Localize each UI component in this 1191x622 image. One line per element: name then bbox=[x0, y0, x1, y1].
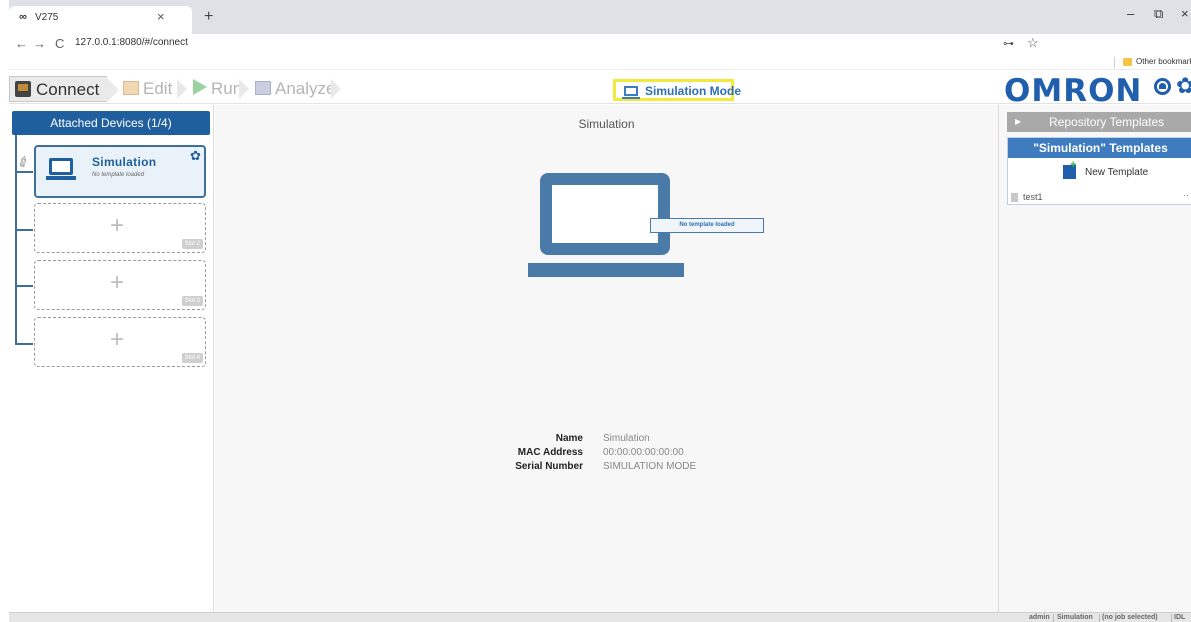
status-bar: admin Simulation (no job selected) IDL bbox=[9, 612, 1191, 622]
breadcrumb-connect[interactable]: Connect bbox=[9, 76, 119, 103]
connect-icon bbox=[15, 81, 31, 97]
reload-icon[interactable]: C bbox=[55, 36, 64, 51]
bookmark-separator bbox=[1114, 57, 1115, 68]
info-value: Simulation bbox=[603, 433, 650, 444]
tree-connector bbox=[15, 285, 33, 287]
breadcrumb-chevron bbox=[239, 79, 249, 99]
star-icon[interactable]: ☆ bbox=[1027, 35, 1039, 51]
breadcrumb-chevron bbox=[331, 79, 341, 99]
info-row: MAC Address 00:00:00:00:00:00 bbox=[455, 447, 755, 461]
browser-tab-strip: ∞ V275 × + – ⧉ × bbox=[0, 0, 1191, 34]
templates-panel: ▶ Repository Templates "Simulation" Temp… bbox=[998, 105, 1191, 615]
simulation-templates-header: "Simulation" Templates bbox=[1008, 138, 1191, 158]
status-separator bbox=[1171, 614, 1172, 622]
attached-devices-header: Attached Devices (1/4) bbox=[12, 111, 210, 135]
status-tail: IDL bbox=[1174, 614, 1186, 621]
add-device-icon: + bbox=[110, 212, 125, 239]
url-field[interactable]: ⓘ127.0.0.1:8080/#/connect bbox=[75, 37, 325, 380]
simulation-mode-badge[interactable]: Simulation Mode bbox=[613, 79, 741, 101]
info-row: Name Simulation bbox=[455, 433, 755, 447]
breadcrumb-analyze-label: Analyze bbox=[275, 79, 336, 98]
breadcrumb-edit[interactable]: Edit bbox=[123, 76, 172, 102]
folder-icon bbox=[1123, 58, 1132, 66]
forward-icon[interactable]: → bbox=[33, 36, 46, 51]
simulation-mode-label: Simulation Mode bbox=[645, 84, 741, 98]
info-value: 00:00:00:00:00:00 bbox=[603, 447, 684, 458]
repository-templates-label: Repository Templates bbox=[1049, 115, 1165, 129]
simulation-templates-box: "Simulation" Templates New Template test… bbox=[1007, 137, 1191, 205]
url-text: 127.0.0.1:8080/#/connect bbox=[75, 37, 188, 48]
document-icon bbox=[1011, 193, 1018, 202]
expand-arrow-icon: ▶ bbox=[1015, 117, 1022, 126]
device-info-table: Name Simulation MAC Address 00:00:00:00:… bbox=[455, 433, 755, 475]
add-device-icon: + bbox=[110, 269, 125, 296]
tree-line bbox=[15, 135, 17, 345]
device-template-status: No template loaded bbox=[92, 172, 145, 178]
device-card-simulation[interactable]: Simulation No template loaded ✿ bbox=[34, 145, 206, 198]
other-bookmarks[interactable]: Other bookmark bbox=[1136, 57, 1191, 66]
empty-slot-2[interactable]: + Slot 2 bbox=[34, 203, 206, 253]
edit-icon bbox=[123, 81, 139, 95]
template-item[interactable]: test1 bbox=[1023, 192, 1043, 202]
info-value: SIMULATION MODE bbox=[603, 461, 697, 472]
add-device-icon: + bbox=[110, 326, 125, 353]
restore-icon[interactable]: ⧉ bbox=[1154, 6, 1163, 22]
device-name: Simulation bbox=[92, 155, 157, 169]
app-header: Connect Edit Run Analyze Simulation Mode… bbox=[9, 72, 1191, 109]
browser-tab[interactable]: ∞ V275 × bbox=[9, 6, 192, 34]
analyze-icon bbox=[255, 81, 271, 95]
breadcrumb-analyze[interactable]: Analyze bbox=[255, 76, 335, 102]
address-bar-row: ← → C ⓘ127.0.0.1:8080/#/connect ⊶ ☆ ⋮ bbox=[9, 34, 1191, 380]
template-more-icon[interactable]: ·· bbox=[1183, 190, 1189, 200]
key-icon[interactable]: ⊶ bbox=[1003, 37, 1014, 50]
info-row: Serial Number SIMULATION MODE bbox=[455, 461, 755, 475]
empty-slot-4[interactable]: + Slot 4 bbox=[34, 317, 206, 367]
status-separator bbox=[1099, 614, 1100, 622]
bookmark-bar: Other bookmark bbox=[9, 56, 1191, 70]
run-icon bbox=[193, 79, 207, 95]
tab-close-icon[interactable]: × bbox=[157, 9, 165, 24]
status-mode: Simulation bbox=[1057, 614, 1093, 621]
template-status-tooltip: No template loaded bbox=[650, 218, 764, 233]
breadcrumb-edit-label: Edit bbox=[143, 79, 173, 98]
plug-icon[interactable]: ✐ bbox=[15, 152, 34, 173]
new-template-button[interactable]: New Template bbox=[1085, 167, 1148, 178]
device-detail-panel: Simulation No template loaded Name Simul… bbox=[215, 105, 998, 615]
device-title: Simulation bbox=[578, 117, 635, 131]
slot-label: Slot 3 bbox=[181, 296, 203, 306]
settings-gear-icon[interactable]: ✿ bbox=[1176, 73, 1191, 99]
device-gear-icon[interactable]: ✿ bbox=[190, 148, 201, 164]
repository-templates-header[interactable]: ▶ Repository Templates bbox=[1007, 112, 1191, 132]
attached-devices-panel: Attached Devices (1/4) ✐ Simulation No t… bbox=[9, 105, 214, 615]
minimize-icon[interactable]: – bbox=[1127, 6, 1134, 21]
laptop-icon bbox=[46, 158, 76, 180]
tab-favicon-icon: ∞ bbox=[19, 11, 27, 23]
tab-title: V275 bbox=[35, 12, 59, 23]
laptop-icon bbox=[622, 86, 640, 99]
breadcrumb-run-label: Run bbox=[211, 79, 243, 98]
tree-connector bbox=[15, 343, 33, 345]
info-key: Serial Number bbox=[515, 461, 583, 472]
info-key: Name bbox=[555, 433, 583, 444]
breadcrumb-chevron bbox=[177, 79, 187, 99]
omron-logo: OMRON bbox=[1004, 73, 1143, 109]
breadcrumb-connect-label: Connect bbox=[36, 80, 100, 99]
breadcrumb-run[interactable]: Run bbox=[193, 76, 242, 102]
slot-label: Slot 4 bbox=[181, 353, 203, 363]
slot-label: Slot 2 bbox=[181, 239, 203, 249]
status-user: admin bbox=[1029, 614, 1050, 621]
info-key: MAC Address bbox=[517, 447, 583, 458]
new-template-icon[interactable] bbox=[1063, 159, 1076, 179]
new-tab-button[interactable]: + bbox=[204, 8, 213, 26]
status-job: (no job selected) bbox=[1102, 614, 1158, 621]
status-separator bbox=[1053, 614, 1054, 622]
tree-connector bbox=[15, 229, 33, 231]
back-icon[interactable]: ← bbox=[15, 36, 28, 51]
user-icon[interactable] bbox=[1154, 78, 1171, 95]
window-close-icon[interactable]: × bbox=[1181, 6, 1189, 21]
empty-slot-3[interactable]: + Slot 3 bbox=[34, 260, 206, 310]
